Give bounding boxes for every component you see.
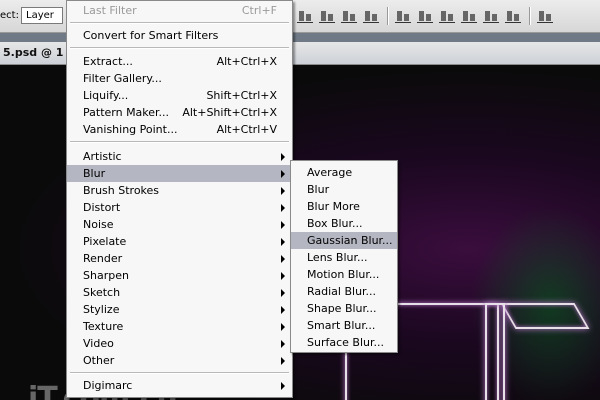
submenu-arrow-icon bbox=[281, 255, 285, 263]
submenu-item-surface-blur[interactable]: Surface Blur... bbox=[291, 334, 397, 351]
neon-letter-shape bbox=[485, 303, 505, 400]
document-title: 5.psd @ 1 bbox=[3, 46, 64, 59]
align-top-edges-icon[interactable] bbox=[297, 8, 313, 24]
submenu-arrow-icon bbox=[281, 340, 285, 348]
toolbar-separator bbox=[529, 7, 531, 25]
submenu-item-blur[interactable]: Blur bbox=[291, 181, 397, 198]
menu-item-distort[interactable]: Distort bbox=[67, 199, 292, 216]
submenu-arrow-icon bbox=[281, 323, 285, 331]
submenu-item-motion-blur[interactable]: Motion Blur... bbox=[291, 266, 397, 283]
submenu-item-smart-blur[interactable]: Smart Blur... bbox=[291, 317, 397, 334]
menu-divider bbox=[70, 372, 289, 374]
menu-item-brush-strokes[interactable]: Brush Strokes bbox=[67, 182, 292, 199]
menu-item-other[interactable]: Other bbox=[67, 352, 292, 369]
submenu-arrow-icon bbox=[281, 153, 285, 161]
align-vertical-centers-icon[interactable] bbox=[319, 8, 335, 24]
align-icons bbox=[297, 7, 559, 25]
menu-item-digimarc[interactable]: Digimarc bbox=[67, 377, 292, 394]
menu-item-last-filter[interactable]: Last Filter Ctrl+F bbox=[67, 2, 292, 19]
submenu-item-radial-blur[interactable]: Radial Blur... bbox=[291, 283, 397, 300]
menu-item-vanishing-point[interactable]: Vanishing Point... Alt+Ctrl+V bbox=[67, 121, 292, 138]
distribute-left-icon[interactable] bbox=[461, 8, 477, 24]
distribute-vertical-centers-icon[interactable] bbox=[417, 8, 433, 24]
filter-menu: Last Filter Ctrl+F Convert for Smart Filt… bbox=[66, 0, 293, 398]
menu-item-liquify[interactable]: Liquify... Shift+Ctrl+X bbox=[67, 87, 292, 104]
align-bottom-edges-icon[interactable] bbox=[341, 8, 357, 24]
menu-item-noise[interactable]: Noise bbox=[67, 216, 292, 233]
menu-item-sketch[interactable]: Sketch bbox=[67, 284, 292, 301]
submenu-item-blur-more[interactable]: Blur More bbox=[291, 198, 397, 215]
neon-letter-shape bbox=[500, 303, 590, 329]
submenu-arrow-icon bbox=[281, 382, 285, 390]
submenu-item-gaussian-blur[interactable]: Gaussian Blur... bbox=[291, 232, 397, 249]
auto-align-icon[interactable] bbox=[537, 8, 553, 24]
submenu-arrow-icon bbox=[281, 221, 285, 229]
menu-divider bbox=[70, 47, 289, 49]
submenu-arrow-icon bbox=[281, 289, 285, 297]
menu-item-artistic[interactable]: Artistic bbox=[67, 148, 292, 165]
align-left-edges-icon[interactable] bbox=[363, 8, 379, 24]
menu-item-texture[interactable]: Texture bbox=[67, 318, 292, 335]
distribute-bottom-icon[interactable] bbox=[439, 8, 455, 24]
toolbar-separator bbox=[387, 7, 389, 25]
blur-submenu: Average Blur Blur More Box Blur... Gauss… bbox=[290, 160, 398, 353]
menu-item-blur[interactable]: Blur bbox=[67, 165, 292, 182]
menu-item-convert-smart-filters[interactable]: Convert for Smart Filters bbox=[67, 27, 292, 44]
distribute-horizontal-centers-icon[interactable] bbox=[483, 8, 499, 24]
menu-item-extract[interactable]: Extract... Alt+Ctrl+X bbox=[67, 53, 292, 70]
menu-item-pattern-maker[interactable]: Pattern Maker... Alt+Shift+Ctrl+X bbox=[67, 104, 292, 121]
menu-item-filter-gallery[interactable]: Filter Gallery... bbox=[67, 70, 292, 87]
submenu-arrow-icon bbox=[281, 357, 285, 365]
distribute-right-icon[interactable] bbox=[505, 8, 521, 24]
auto-select-label: ect: bbox=[0, 10, 19, 21]
submenu-item-average[interactable]: Average bbox=[291, 164, 397, 181]
submenu-arrow-icon bbox=[281, 306, 285, 314]
submenu-arrow-icon bbox=[281, 272, 285, 280]
submenu-arrow-icon bbox=[281, 238, 285, 246]
menu-item-pixelate[interactable]: Pixelate bbox=[67, 233, 292, 250]
menu-item-video[interactable]: Video bbox=[67, 335, 292, 352]
submenu-item-shape-blur[interactable]: Shape Blur... bbox=[291, 300, 397, 317]
submenu-item-box-blur[interactable]: Box Blur... bbox=[291, 215, 397, 232]
menu-item-sharpen[interactable]: Sharpen bbox=[67, 267, 292, 284]
submenu-arrow-icon bbox=[281, 170, 285, 178]
menu-item-stylize[interactable]: Stylize bbox=[67, 301, 292, 318]
submenu-arrow-icon bbox=[281, 187, 285, 195]
submenu-item-lens-blur[interactable]: Lens Blur... bbox=[291, 249, 397, 266]
menu-divider bbox=[70, 22, 289, 24]
menu-item-render[interactable]: Render bbox=[67, 250, 292, 267]
auto-select-dropdown[interactable]: Layer bbox=[21, 7, 63, 24]
distribute-top-icon[interactable] bbox=[395, 8, 411, 24]
menu-divider bbox=[70, 141, 289, 143]
submenu-arrow-icon bbox=[281, 204, 285, 212]
